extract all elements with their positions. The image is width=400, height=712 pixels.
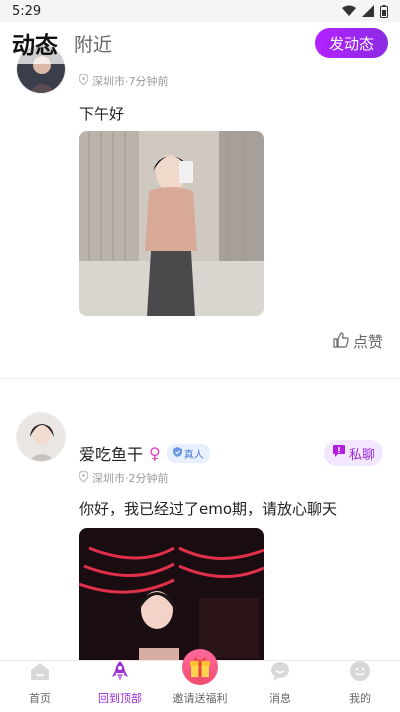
tab-nearby[interactable]: 附近 <box>74 30 112 57</box>
post-moment-button[interactable]: 发动态 <box>314 28 388 58</box>
username[interactable]: 爱吃鱼干 <box>79 441 143 465</box>
nav-label-invite-rewards: 邀请送福利 <box>172 692 228 705</box>
bottom-nav: 首页 回到顶部 邀请送福利 消息 我的 <box>0 649 400 712</box>
battery-icon <box>380 4 388 18</box>
post-location: 深圳市·7分钟前 <box>78 73 169 89</box>
post-location: 深圳市·2分钟前 <box>78 470 169 486</box>
post-image[interactable] <box>79 131 264 316</box>
tab-moments[interactable]: 动态 <box>12 26 58 60</box>
nav-item-back-to-top[interactable]: 回到顶部 <box>80 661 160 712</box>
profile-icon <box>349 660 371 686</box>
post-text: 下午好 <box>79 105 125 123</box>
wifi-icon <box>342 5 356 17</box>
post-image[interactable] <box>79 528 264 660</box>
nav-label-profile: 我的 <box>349 692 371 705</box>
feed[interactable]: 深圳市·7分钟前 下午好 点赞 爱吃鱼干 ♀ 真人 私聊 深圳市·2分钟前 你好… <box>0 22 400 660</box>
like-button[interactable]: 点赞 <box>333 331 383 352</box>
private-chat-button[interactable]: 私聊 <box>323 440 383 466</box>
post-card: 爱吃鱼干 ♀ 真人 私聊 深圳市·2分钟前 你好，我已经过了emo期，请放心聊天 <box>0 379 400 660</box>
home-icon <box>29 660 51 686</box>
nav-item-messages[interactable]: 消息 <box>240 661 320 712</box>
signal-icon <box>362 5 374 17</box>
chat-bubble-icon <box>332 444 346 462</box>
post-text: 你好，我已经过了emo期，请放心聊天 <box>79 500 338 518</box>
location-pin-icon <box>78 73 89 88</box>
nav-label-back-to-top: 回到顶部 <box>98 692 142 705</box>
top-header: 动态 附近 发动态 <box>0 22 400 64</box>
shield-check-icon <box>172 446 182 460</box>
location-text: 深圳市·2分钟前 <box>92 472 169 485</box>
nav-item-home[interactable]: 首页 <box>0 661 80 712</box>
nav-label-home: 首页 <box>29 692 51 705</box>
nav-item-profile[interactable]: 我的 <box>320 661 400 712</box>
chat-label: 私聊 <box>348 447 375 463</box>
gift-icon <box>182 649 218 685</box>
status-time: 5:29 <box>12 3 42 19</box>
like-label: 点赞 <box>352 333 383 351</box>
user-name-row: 爱吃鱼干 ♀ 真人 <box>79 441 210 465</box>
location-pin-icon <box>78 470 89 485</box>
post-card: 深圳市·7分钟前 下午好 点赞 <box>0 22 400 379</box>
message-icon <box>269 660 291 686</box>
verified-label: 真人 <box>183 449 204 461</box>
status-bar: 5:29 <box>0 0 400 22</box>
thumbs-up-icon <box>333 331 349 352</box>
nav-label-messages: 消息 <box>269 692 291 705</box>
verified-badge: 真人 <box>166 443 210 463</box>
location-text: 深圳市·7分钟前 <box>92 75 169 88</box>
rocket-icon <box>109 660 131 686</box>
status-icons <box>342 4 388 18</box>
female-icon: ♀ <box>149 443 161 463</box>
nav-item-invite-rewards[interactable]: 邀请送福利 <box>160 649 240 712</box>
avatar[interactable] <box>16 412 66 462</box>
